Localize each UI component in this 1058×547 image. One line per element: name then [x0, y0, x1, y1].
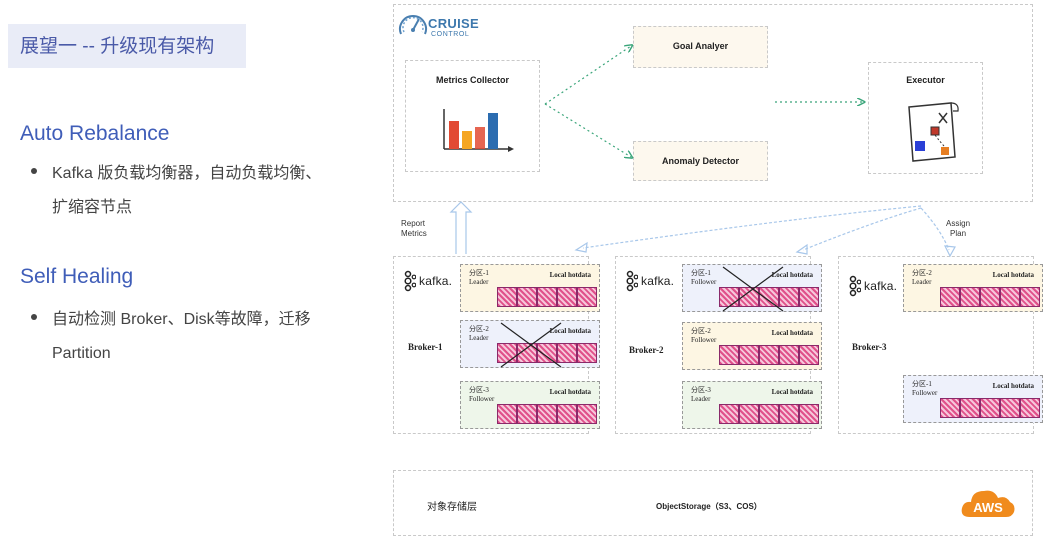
report-assign-arrows — [449, 201, 956, 258]
segment-block — [1000, 398, 1020, 418]
partition-box: 分区-1 Follower Local hotdata — [682, 264, 822, 312]
segment-block — [980, 287, 1000, 307]
kafka-text: kafka. — [419, 274, 453, 288]
bullet-text-line2: 扩缩容节点 — [52, 199, 133, 216]
segment-block — [1000, 287, 1020, 307]
segment-row — [497, 404, 597, 424]
segment-block — [719, 345, 739, 365]
partition-hotdata-label: Local hotdata — [549, 271, 591, 279]
kafka-logo-broker2: kafka. — [622, 270, 674, 292]
aws-cloud-icon: AWS — [960, 483, 1016, 523]
partition-name: 分区-1 — [469, 269, 489, 277]
partition-box: 分区-2 Leader Local hotdata — [903, 264, 1043, 312]
partition-box: 分区-2 Follower Local hotdata — [682, 322, 822, 370]
object-storage-label: ObjectStorage（S3、COS） — [656, 502, 762, 511]
segment-block — [960, 287, 980, 307]
segment-block — [960, 398, 980, 418]
partition-role: Follower — [691, 336, 717, 344]
partition-box: 分区-1 Follower Local hotdata — [903, 375, 1043, 423]
segment-row — [719, 345, 819, 365]
segment-block — [557, 287, 577, 307]
partition-name: 分区-2 — [691, 327, 711, 335]
segment-block — [577, 404, 597, 424]
assign-arrow-broker3 — [920, 207, 950, 251]
partition-box: 分区-3 Follower Local hotdata — [460, 381, 600, 429]
partition-name: 分区-3 — [691, 386, 711, 394]
broker-name: Broker-3 — [852, 342, 887, 352]
segment-block — [739, 345, 759, 365]
segment-block — [940, 398, 960, 418]
kafka-logo-broker3: kafka. — [845, 275, 897, 297]
segment-block — [497, 404, 517, 424]
partition-name: 分区-3 — [469, 386, 489, 394]
kafka-text: kafka. — [864, 279, 898, 293]
aws-label: AWS — [973, 500, 1003, 515]
kafka-text: kafka. — [641, 274, 675, 288]
partition-name: 分区-2 — [912, 269, 932, 277]
segment-block — [577, 287, 597, 307]
arrow-to-goal-analyzer — [544, 46, 631, 105]
bullet-dot — [31, 314, 37, 320]
segment-block — [497, 287, 517, 307]
partition-role: Follower — [469, 395, 495, 403]
arrow-to-anomaly-detector — [544, 103, 631, 157]
segment-block — [799, 404, 819, 424]
segment-block — [1020, 287, 1040, 307]
storage-layer-label: 对象存储层 — [427, 502, 477, 513]
partition-box: 分区-3 Leader Local hotdata — [682, 381, 822, 429]
segment-row — [719, 404, 819, 424]
partition-role: Leader — [691, 395, 711, 403]
segment-row — [497, 287, 597, 307]
segment-block — [719, 404, 739, 424]
segment-block — [517, 404, 537, 424]
kafka-icon — [404, 270, 416, 292]
segment-block — [940, 287, 960, 307]
partition-hotdata-label: Local hotdata — [549, 388, 591, 396]
partition-box: 分区-2 Leader Local hotdata — [460, 320, 600, 368]
bullet-dot — [31, 168, 37, 174]
partition-role: Leader — [912, 278, 932, 286]
segment-block — [537, 287, 557, 307]
segment-block — [779, 345, 799, 365]
broker-name: Broker-2 — [629, 345, 664, 355]
segment-block — [759, 404, 779, 424]
object-storage-layer: 对象存储层 ObjectStorage（S3、COS） AWS — [393, 470, 1033, 536]
segment-block — [739, 404, 759, 424]
segment-block — [980, 398, 1000, 418]
failure-cross-icon — [722, 266, 784, 312]
partition-box: 分区-1 Leader Local hotdata — [460, 264, 600, 312]
control-flow-arrows — [544, 4, 1033, 202]
partition-role: Follower — [912, 389, 938, 397]
assign-arrow-broker2 — [802, 207, 922, 251]
assign-arrow-broker1 — [582, 205, 922, 249]
section-heading-auto-rebalance: Auto Rebalance — [20, 122, 170, 145]
kafka-icon — [849, 275, 861, 297]
segment-block — [1020, 398, 1040, 418]
segment-block — [759, 345, 779, 365]
partition-hotdata-label: Local hotdata — [992, 271, 1034, 279]
segment-block — [779, 404, 799, 424]
segment-block — [517, 287, 537, 307]
segment-row — [940, 398, 1040, 418]
slide-title: 展望一 -- 升级现有架构 — [20, 36, 215, 57]
bullet-text-line2: Partition — [52, 345, 111, 362]
kafka-logo-broker1: kafka. — [400, 270, 452, 292]
report-metrics-arrow — [449, 201, 473, 254]
partition-name: 分区-1 — [912, 380, 932, 388]
bullet-text-line1: 自动检测 Broker、Disk等故障，迁移 — [52, 311, 311, 328]
bullet-text-line1: Kafka 版负载均衡器，自动负载均衡、 — [52, 165, 322, 182]
segment-block — [557, 404, 577, 424]
broker-name: Broker-1 — [408, 342, 443, 352]
partition-role: Leader — [469, 278, 489, 286]
failure-cross-icon — [500, 322, 562, 368]
partition-hotdata-label: Local hotdata — [992, 382, 1034, 390]
section-heading-self-healing: Self Healing — [20, 265, 134, 288]
segment-row — [940, 287, 1040, 307]
kafka-icon — [626, 270, 638, 292]
segment-block — [537, 404, 557, 424]
partition-hotdata-label: Local hotdata — [771, 388, 813, 396]
segment-block — [799, 345, 819, 365]
partition-hotdata-label: Local hotdata — [771, 329, 813, 337]
